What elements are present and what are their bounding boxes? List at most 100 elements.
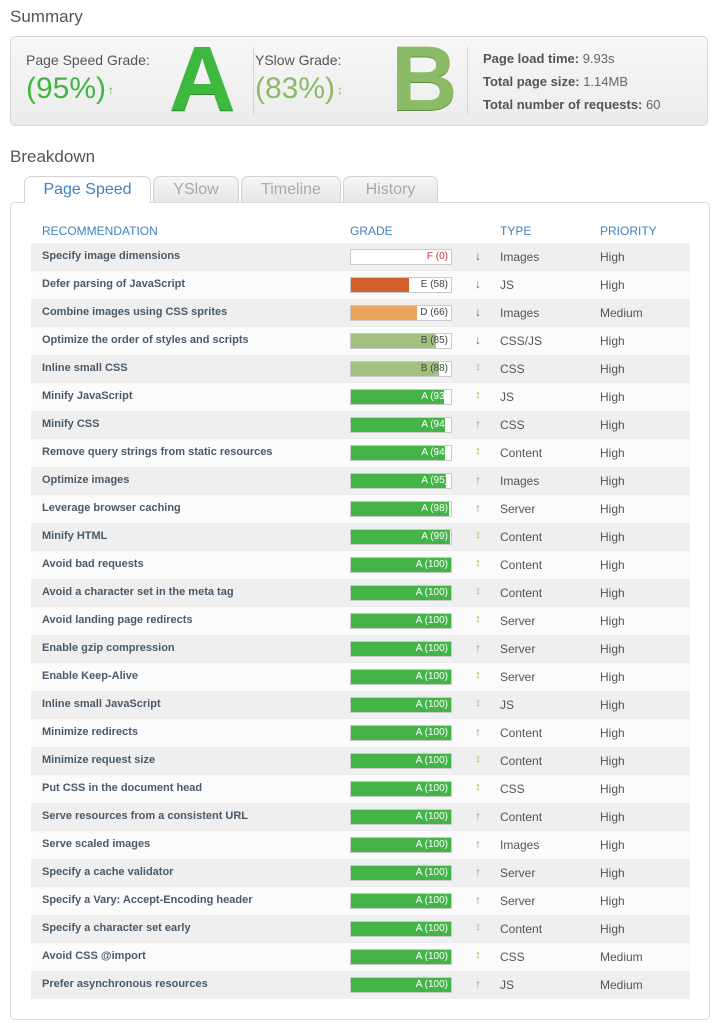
recommendation-type: JS <box>500 278 515 292</box>
recommendation-name[interactable]: Serve scaled images <box>42 838 150 850</box>
recommendation-name[interactable]: Avoid a character set in the meta tag <box>42 586 234 598</box>
summary-title: Summary <box>10 7 83 26</box>
recommendation-name[interactable]: Minify HTML <box>42 530 107 542</box>
trend-flat-icon: ↕ <box>475 613 481 625</box>
recommendation-priority: High <box>600 334 625 348</box>
recommendation-type: CSS <box>500 418 525 432</box>
table-row[interactable]: Specify image dimensions F (0) ↓ Images High <box>31 243 690 271</box>
recommendation-name[interactable]: Avoid landing page redirects <box>42 614 193 626</box>
recommendation-name[interactable]: Prefer asynchronous resources <box>42 978 208 990</box>
recommendation-name[interactable]: Specify a cache validator <box>42 866 173 878</box>
breakdown-title: Breakdown <box>10 147 96 166</box>
grade-bar: A (100) <box>350 725 452 741</box>
recommendation-name[interactable]: Avoid CSS @import <box>42 950 146 962</box>
stat-page-size: Total page size: 1.14MB <box>483 74 628 89</box>
table-header: RECOMMENDATION GRADE TYPE PRIORITY <box>11 224 709 238</box>
recommendation-type: Content <box>500 558 543 572</box>
recommendation-priority: High <box>600 642 625 656</box>
recommendation-priority: High <box>600 726 625 740</box>
table-row[interactable]: Inline small JavaScript A (100) ↕ JS High <box>31 691 690 719</box>
tab-history[interactable]: History <box>343 176 438 202</box>
table-row[interactable]: Minify CSS A (94) ↑ CSS High <box>31 411 690 439</box>
table-row[interactable]: Serve resources from a consistent URL A (… <box>31 803 690 831</box>
column-header-recommendation[interactable]: RECOMMENDATION <box>42 224 158 238</box>
recommendation-name[interactable]: Defer parsing of JavaScript <box>42 278 185 290</box>
table-row[interactable]: Optimize the order of styles and scripts… <box>31 327 690 355</box>
table-row[interactable]: Avoid a character set in the meta tag A (… <box>31 579 690 607</box>
grade-bar-label: A (95) <box>421 475 448 486</box>
table-row[interactable]: Remove query strings from static resourc… <box>31 439 690 467</box>
table-row[interactable]: Avoid bad requests A (100) ↕ Content High <box>31 551 690 579</box>
recommendation-name[interactable]: Put CSS in the document head <box>42 782 202 794</box>
recommendation-name[interactable]: Specify image dimensions <box>42 250 180 262</box>
table-row[interactable]: Enable Keep-Alive A (100) ↕ Server High <box>31 663 690 691</box>
recommendation-name[interactable]: Minimize request size <box>42 754 155 766</box>
tab-yslow[interactable]: YSlow <box>153 176 239 202</box>
recommendation-name[interactable]: Avoid bad requests <box>42 558 144 570</box>
yslow-grade-percent: (83%) ↕ <box>255 72 344 105</box>
table-row[interactable]: Specify a cache validator A (100) ↑ Server H… <box>31 859 690 887</box>
table-row[interactable]: Specify a Vary: Accept-Encoding header A … <box>31 887 690 915</box>
grade-bar: A (100) <box>350 613 452 629</box>
table-row[interactable]: Minify JavaScript A (93) ↕ JS High <box>31 383 690 411</box>
recommendation-type: Server <box>500 894 536 908</box>
pagespeed-grade-label: Page Speed Grade: <box>26 52 150 68</box>
trend-up-icon: ↑ <box>475 977 481 991</box>
grade-bar-label: A (100) <box>415 867 448 878</box>
grade-bar: A (100) <box>350 781 452 797</box>
table-row[interactable]: Inline small CSS B (88) ↕ CSS High <box>31 355 690 383</box>
trend-down-icon: ↓ <box>475 277 481 291</box>
grade-bar-label: A (100) <box>415 979 448 990</box>
recommendation-name[interactable]: Specify a character set early <box>42 922 191 934</box>
trend-down-icon: ↓ <box>475 333 481 347</box>
recommendation-name[interactable]: Remove query strings from static resourc… <box>42 446 272 458</box>
grade-bar: A (99) <box>350 529 452 545</box>
recommendation-name[interactable]: Combine images using CSS sprites <box>42 306 227 318</box>
recommendation-name[interactable]: Inline small JavaScript <box>42 698 161 710</box>
tab-timeline[interactable]: Timeline <box>241 176 341 202</box>
grade-bar-label: A (100) <box>415 587 448 598</box>
grade-bar-label: B (85) <box>420 335 448 346</box>
recommendation-name[interactable]: Leverage browser caching <box>42 502 181 514</box>
table-row[interactable]: Enable gzip compression A (100) ↑ Server Hig… <box>31 635 690 663</box>
table-row[interactable]: Avoid landing page redirects A (100) ↕ Serv… <box>31 607 690 635</box>
table-row[interactable]: Serve scaled images A (100) ↑ Images High <box>31 831 690 859</box>
table-row[interactable]: Specify a character set early A (100) ↕ Con… <box>31 915 690 943</box>
table-row[interactable]: Put CSS in the document head A (100) ↕ CSS H… <box>31 775 690 803</box>
table-row[interactable]: Avoid CSS @import A (100) ↕ CSS Medium <box>31 943 690 971</box>
table-row[interactable]: Prefer asynchronous resources A (100) ↑ JS M… <box>31 971 690 999</box>
recommendation-type: JS <box>500 698 515 712</box>
recommendation-type: Images <box>500 306 540 320</box>
table-row[interactable]: Minimize redirects A (100) ↑ Content High <box>31 719 690 747</box>
table-row[interactable]: Combine images using CSS sprites D (66) ↓ I… <box>31 299 690 327</box>
table-row[interactable]: Leverage browser caching A (98) ↑ Server Hig… <box>31 495 690 523</box>
grade-bar: A (100) <box>350 557 452 573</box>
recommendation-type: Server <box>500 866 536 880</box>
recommendation-name[interactable]: Inline small CSS <box>42 362 128 374</box>
recommendation-name[interactable]: Minify JavaScript <box>42 390 132 402</box>
recommendation-name[interactable]: Enable gzip compression <box>42 642 175 654</box>
recommendation-name[interactable]: Optimize the order of styles and scripts <box>42 334 249 346</box>
recommendation-name[interactable]: Enable Keep-Alive <box>42 670 138 682</box>
recommendation-name[interactable]: Specify a Vary: Accept-Encoding header <box>42 894 253 906</box>
trend-up-icon: ↑ <box>108 83 115 98</box>
column-header-priority[interactable]: PRIORITY <box>600 224 657 238</box>
recommendation-name[interactable]: Serve resources from a consistent URL <box>42 810 248 822</box>
trend-flat-icon: ↕ <box>475 753 481 765</box>
grade-bar: A (100) <box>350 641 452 657</box>
recommendation-type: Server <box>500 642 536 656</box>
table-row[interactable]: Optimize images A (95) ↑ Images High <box>31 467 690 495</box>
grade-bar: A (100) <box>350 865 452 881</box>
tab-page-speed[interactable]: Page Speed <box>24 176 151 203</box>
grade-bar: B (85) <box>350 333 452 349</box>
column-header-grade[interactable]: GRADE <box>350 224 393 238</box>
table-row[interactable]: Defer parsing of JavaScript E (58) ↓ JS High <box>31 271 690 299</box>
grade-bar: A (100) <box>350 949 452 965</box>
grade-bar-label: B (88) <box>420 363 448 374</box>
column-header-type[interactable]: TYPE <box>500 224 531 238</box>
recommendation-name[interactable]: Optimize images <box>42 474 129 486</box>
recommendation-name[interactable]: Minify CSS <box>42 418 99 430</box>
recommendation-name[interactable]: Minimize redirects <box>42 726 138 738</box>
table-row[interactable]: Minify HTML A (99) ↕ Content High <box>31 523 690 551</box>
table-row[interactable]: Minimize request size A (100) ↕ Content High <box>31 747 690 775</box>
